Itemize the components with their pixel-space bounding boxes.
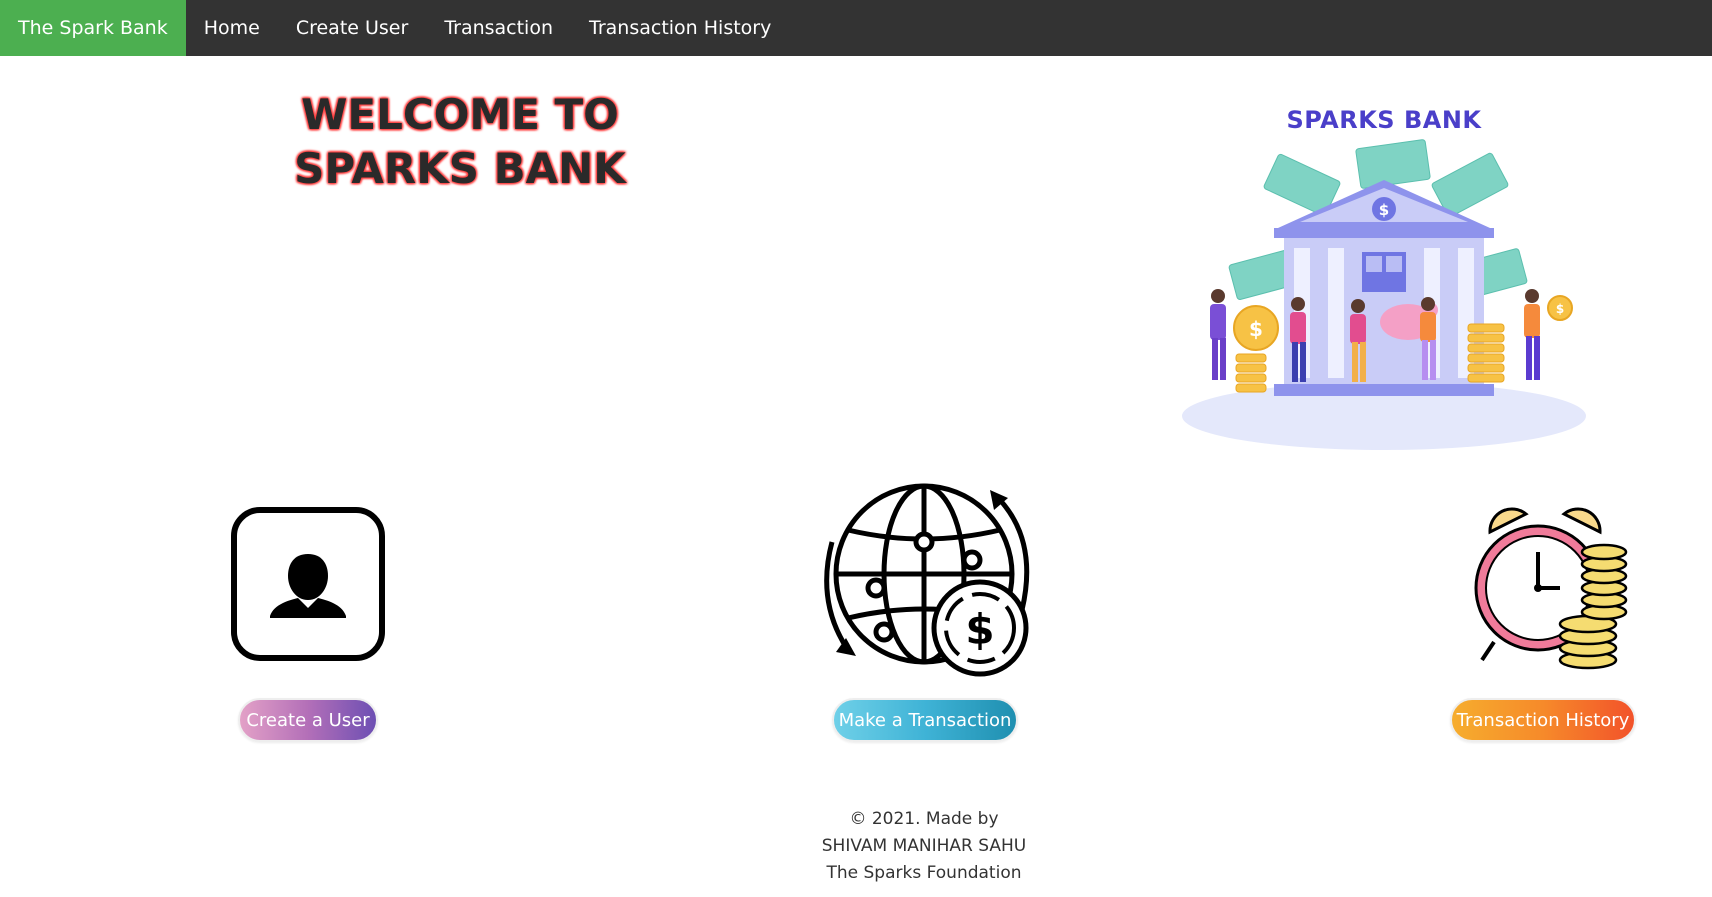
transaction-history-button[interactable]: Transaction History bbox=[1450, 698, 1636, 742]
bank-illustration: $ $ $ SPARKS BANK bbox=[1168, 96, 1600, 460]
create-user-button[interactable]: Create a User bbox=[238, 698, 378, 742]
svg-text:$: $ bbox=[965, 605, 994, 654]
bank-illustration-title: SPARKS BANK bbox=[1286, 106, 1482, 134]
footer-author: SHIVAM MANIHAR SAHU bbox=[821, 836, 1027, 856]
top-navbar: The Spark Bank Home Create User Transact… bbox=[0, 0, 1712, 56]
nav-home-link[interactable]: Home bbox=[186, 0, 278, 56]
bank-building-illustration: $ $ $ bbox=[1182, 139, 1586, 450]
nav-transaction-link[interactable]: Transaction bbox=[426, 0, 571, 56]
page-footer: © 2021. Made by SHIVAM MANIHAR SAHU The … bbox=[706, 806, 1142, 887]
welcome-line-1: WELCOME TO bbox=[301, 90, 619, 139]
footer-copyright: © 2021. Made by bbox=[849, 809, 999, 829]
alarm-clock-coins-icon bbox=[1464, 502, 1628, 674]
nav-transaction-history-link[interactable]: Transaction History bbox=[571, 0, 789, 56]
svg-text:$: $ bbox=[1249, 317, 1263, 341]
footer-organization: The Sparks Foundation bbox=[826, 863, 1022, 883]
welcome-heading: WELCOME TO SPARKS BANK bbox=[240, 88, 680, 196]
nav-brand-link[interactable]: The Spark Bank bbox=[0, 0, 186, 56]
svg-text:$: $ bbox=[1379, 201, 1389, 219]
svg-text:$: $ bbox=[1556, 302, 1564, 316]
make-transaction-button[interactable]: Make a Transaction bbox=[832, 698, 1018, 742]
user-profile-icon bbox=[230, 506, 386, 662]
globe-dollar-icon: $ bbox=[812, 482, 1036, 682]
nav-create-user-link[interactable]: Create User bbox=[278, 0, 426, 56]
welcome-line-2: SPARKS BANK bbox=[294, 144, 626, 193]
